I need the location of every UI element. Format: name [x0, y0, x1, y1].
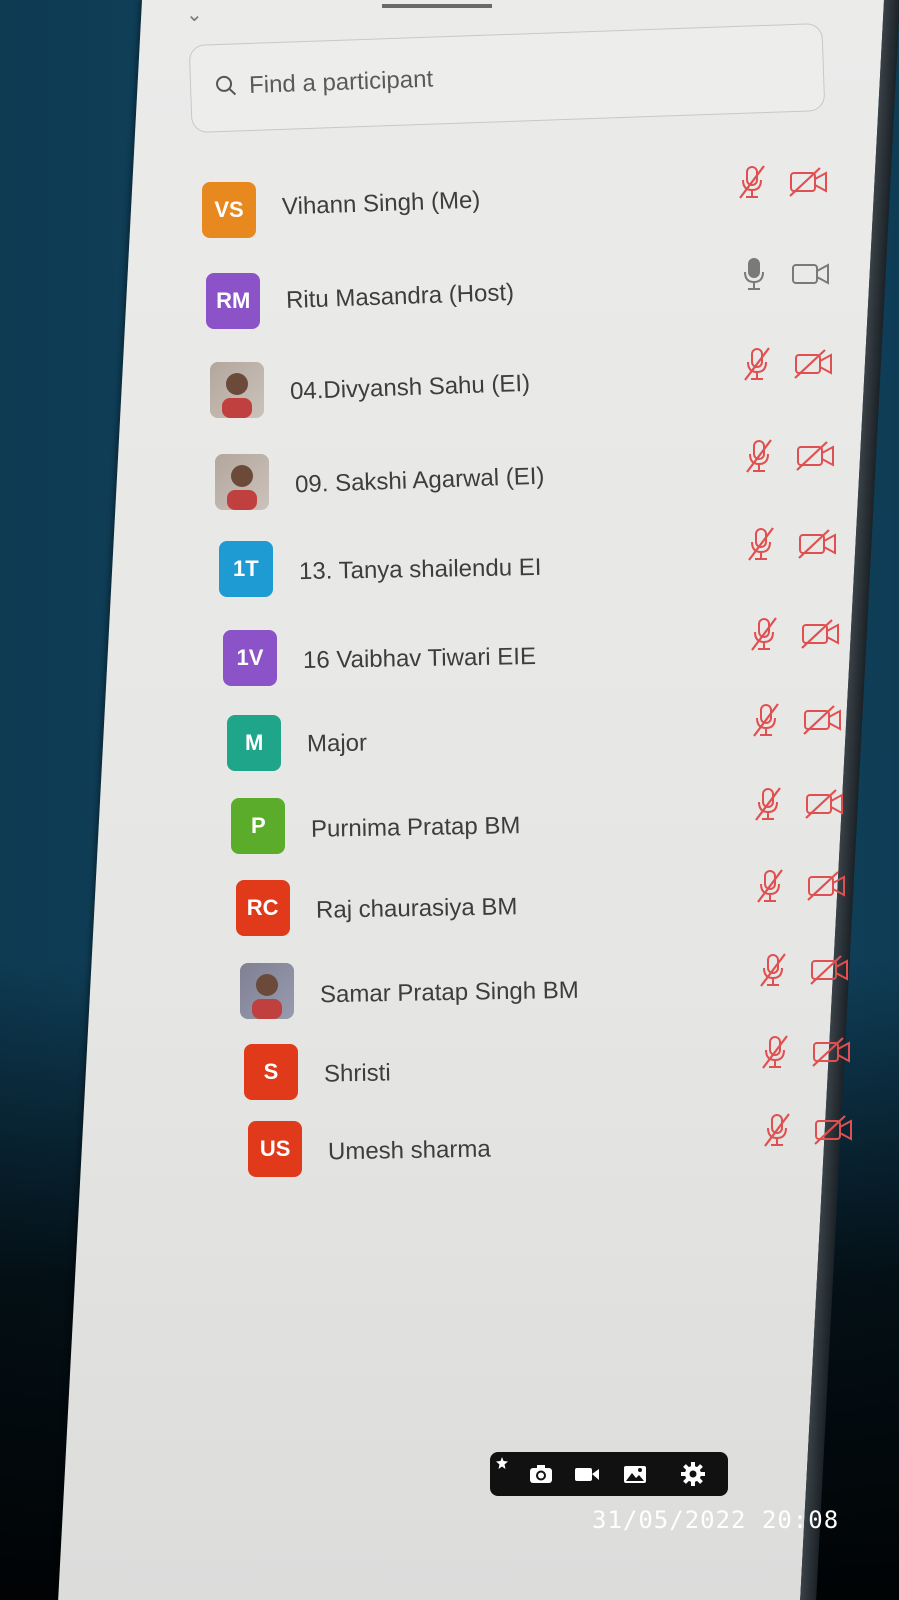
photo-timestamp: 31/05/2022 20:08: [592, 1506, 840, 1534]
participant-row[interactable]: 09. Sakshi Agarwal (EI): [142, 439, 884, 522]
avatar: P: [231, 798, 286, 855]
participant-name: 16 Vaibhav Tiwari EIE: [302, 642, 537, 675]
microphone-muted-icon[interactable]: [750, 702, 782, 743]
search-box[interactable]: [188, 22, 826, 134]
panel-title: [382, 0, 492, 8]
gear-icon[interactable]: [680, 1461, 706, 1487]
participant-name: Ritu Masandra (Host): [285, 278, 515, 314]
avatar: VS: [202, 182, 256, 238]
video-off-icon[interactable]: [800, 618, 842, 655]
search-input[interactable]: [246, 49, 792, 105]
star-icon[interactable]: [496, 1456, 508, 1469]
participants-panel: ⌄ VS Vihann Singh (Me) RM Ritu Masandra (Ho…: [58, 0, 899, 1600]
chevron-down-icon[interactable]: ⌄: [186, 2, 203, 27]
microphone-muted-icon[interactable]: [752, 786, 784, 827]
video-off-icon[interactable]: [795, 440, 837, 477]
search-icon: [216, 75, 237, 96]
microphone-muted-icon[interactable]: [757, 952, 789, 993]
video-off-icon[interactable]: [811, 1036, 853, 1073]
microphone-muted-icon[interactable]: [743, 438, 775, 479]
microphone-muted-icon[interactable]: [741, 346, 773, 387]
avatar: 1T: [218, 540, 273, 597]
video-off-icon[interactable]: [802, 704, 844, 741]
video-off-icon[interactable]: [804, 788, 846, 825]
avatar: M: [227, 715, 282, 772]
participant-name: Umesh sharma: [327, 1135, 492, 1166]
participant-name: Purnima Pratap BM: [311, 811, 522, 843]
microphone-muted-icon[interactable]: [736, 164, 768, 205]
participant-row[interactable]: P Purnima Pratap BM: [142, 787, 884, 870]
participant-name: Shristi: [323, 1059, 391, 1088]
avatar: S: [244, 1044, 298, 1100]
participant-name: Major: [306, 729, 368, 758]
participant-name: 09. Sakshi Agarwal (EI): [294, 462, 545, 499]
camera-toolbar: [490, 1452, 728, 1496]
avatar: 1V: [223, 630, 277, 686]
avatar: US: [248, 1121, 303, 1178]
participant-row[interactable]: 04.Divyansh Sahu (EI): [142, 347, 884, 430]
avatar: RC: [235, 879, 290, 936]
participant-row[interactable]: M Major: [142, 703, 884, 786]
participant-row[interactable]: 1T 13. Tanya shailendu EI: [142, 527, 884, 610]
video-camera-icon[interactable]: [790, 258, 832, 295]
avatar: RM: [206, 273, 261, 330]
microphone-muted-icon[interactable]: [754, 868, 786, 909]
participant-row[interactable]: VS Vihann Singh (Me): [142, 165, 884, 248]
avatar-photo: [210, 362, 265, 419]
participant-row[interactable]: RC Raj chaurasiya BM: [142, 869, 884, 952]
video-off-icon[interactable]: [809, 954, 851, 991]
microphone-muted-icon[interactable]: [761, 1112, 793, 1153]
microphone-icon[interactable]: [738, 256, 770, 297]
participant-row[interactable]: US Umesh sharma: [142, 1113, 884, 1196]
camera-icon[interactable]: [528, 1461, 554, 1487]
microphone-muted-icon[interactable]: [745, 526, 777, 567]
avatar-photo: [239, 962, 294, 1019]
gallery-icon[interactable]: [622, 1461, 648, 1487]
participant-name: 04.Divyansh Sahu (EI): [289, 369, 531, 405]
participant-name: 13. Tanya shailendu EI: [298, 553, 542, 585]
participant-row[interactable]: S Shristi: [142, 1035, 884, 1118]
microphone-muted-icon[interactable]: [748, 616, 780, 657]
participant-row[interactable]: RM Ritu Masandra (Host): [142, 258, 884, 340]
participant-row[interactable]: 1V 16 Vaibhav Tiwari EIE: [142, 617, 884, 700]
video-off-icon[interactable]: [788, 166, 830, 203]
avatar-photo: [214, 453, 269, 510]
microphone-muted-icon[interactable]: [759, 1034, 791, 1075]
video-off-icon[interactable]: [797, 528, 839, 565]
participant-row[interactable]: Samar Pratap Singh BM: [142, 953, 884, 1036]
video-off-icon[interactable]: [806, 870, 848, 907]
participant-name: Vihann Singh (Me): [281, 186, 481, 221]
video-off-icon[interactable]: [793, 348, 835, 385]
video-icon[interactable]: [574, 1461, 600, 1487]
participant-name: Samar Pratap Singh BM: [319, 976, 579, 1008]
participant-name: Raj chaurasiya BM: [315, 893, 518, 924]
video-off-icon[interactable]: [813, 1114, 855, 1151]
